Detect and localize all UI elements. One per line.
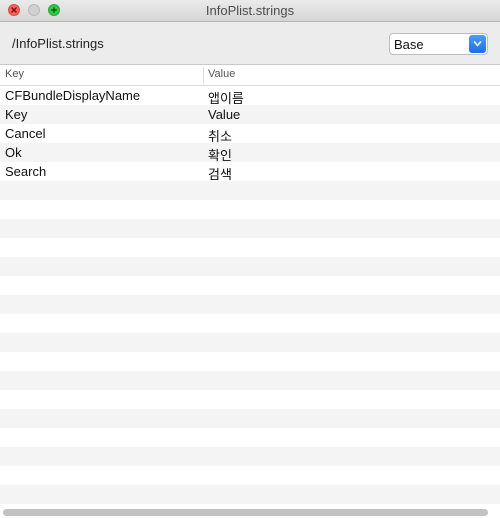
column-header-key[interactable]: Key <box>5 68 24 80</box>
empty-table-row <box>0 181 500 200</box>
cell-key[interactable]: Cancel <box>5 126 45 141</box>
empty-table-row <box>0 371 500 390</box>
table-row[interactable]: Search 검색 <box>0 162 500 182</box>
locale-select-value: Base <box>394 37 424 52</box>
locale-select[interactable]: Base <box>389 33 488 55</box>
empty-table-row <box>0 485 500 504</box>
column-divider[interactable] <box>203 67 204 84</box>
empty-table-row <box>0 200 500 219</box>
empty-table-row <box>0 238 500 257</box>
empty-table-row <box>0 314 500 333</box>
window: InfoPlist.strings /InfoPlist.strings Bas… <box>0 0 500 518</box>
chevron-down-icon <box>473 41 482 47</box>
empty-table-row <box>0 219 500 238</box>
cell-key[interactable]: Key <box>5 107 27 122</box>
empty-table-row <box>0 276 500 295</box>
table-row[interactable]: CFBundleDisplayName 앱이름 <box>0 86 500 106</box>
strings-table[interactable]: Key Value CFBundleDisplayName 앱이름 Key Value… <box>0 64 500 518</box>
table-row[interactable]: Cancel 취소 <box>0 124 500 144</box>
window-title: InfoPlist.strings <box>205 3 295 18</box>
empty-table-row <box>0 257 500 276</box>
table-body: CFBundleDisplayName 앱이름 Key Value Cancel 취소 Ok… <box>0 86 500 504</box>
empty-table-row <box>0 466 500 485</box>
horizontal-scrollbar[interactable] <box>3 509 488 516</box>
empty-table-row <box>0 333 500 352</box>
empty-table-row <box>0 295 500 314</box>
empty-table-row <box>0 390 500 409</box>
cell-key[interactable]: Search <box>5 164 46 179</box>
column-header-value[interactable]: Value <box>208 68 235 80</box>
cell-key[interactable]: CFBundleDisplayName <box>5 88 140 103</box>
locale-select-arrow[interactable] <box>469 35 486 53</box>
table-header: Key Value <box>0 65 500 86</box>
title-bar[interactable]: InfoPlist.strings <box>0 0 500 22</box>
empty-table-row <box>0 352 500 371</box>
empty-table-row <box>0 447 500 466</box>
file-path-label: /InfoPlist.strings <box>12 36 104 51</box>
cell-key[interactable]: Ok <box>5 145 22 160</box>
table-row[interactable]: Ok 확인 <box>0 143 500 163</box>
empty-table-row <box>0 428 500 447</box>
empty-table-row <box>0 409 500 428</box>
cell-value[interactable]: Value <box>208 107 240 122</box>
table-row[interactable]: Key Value <box>0 105 500 124</box>
